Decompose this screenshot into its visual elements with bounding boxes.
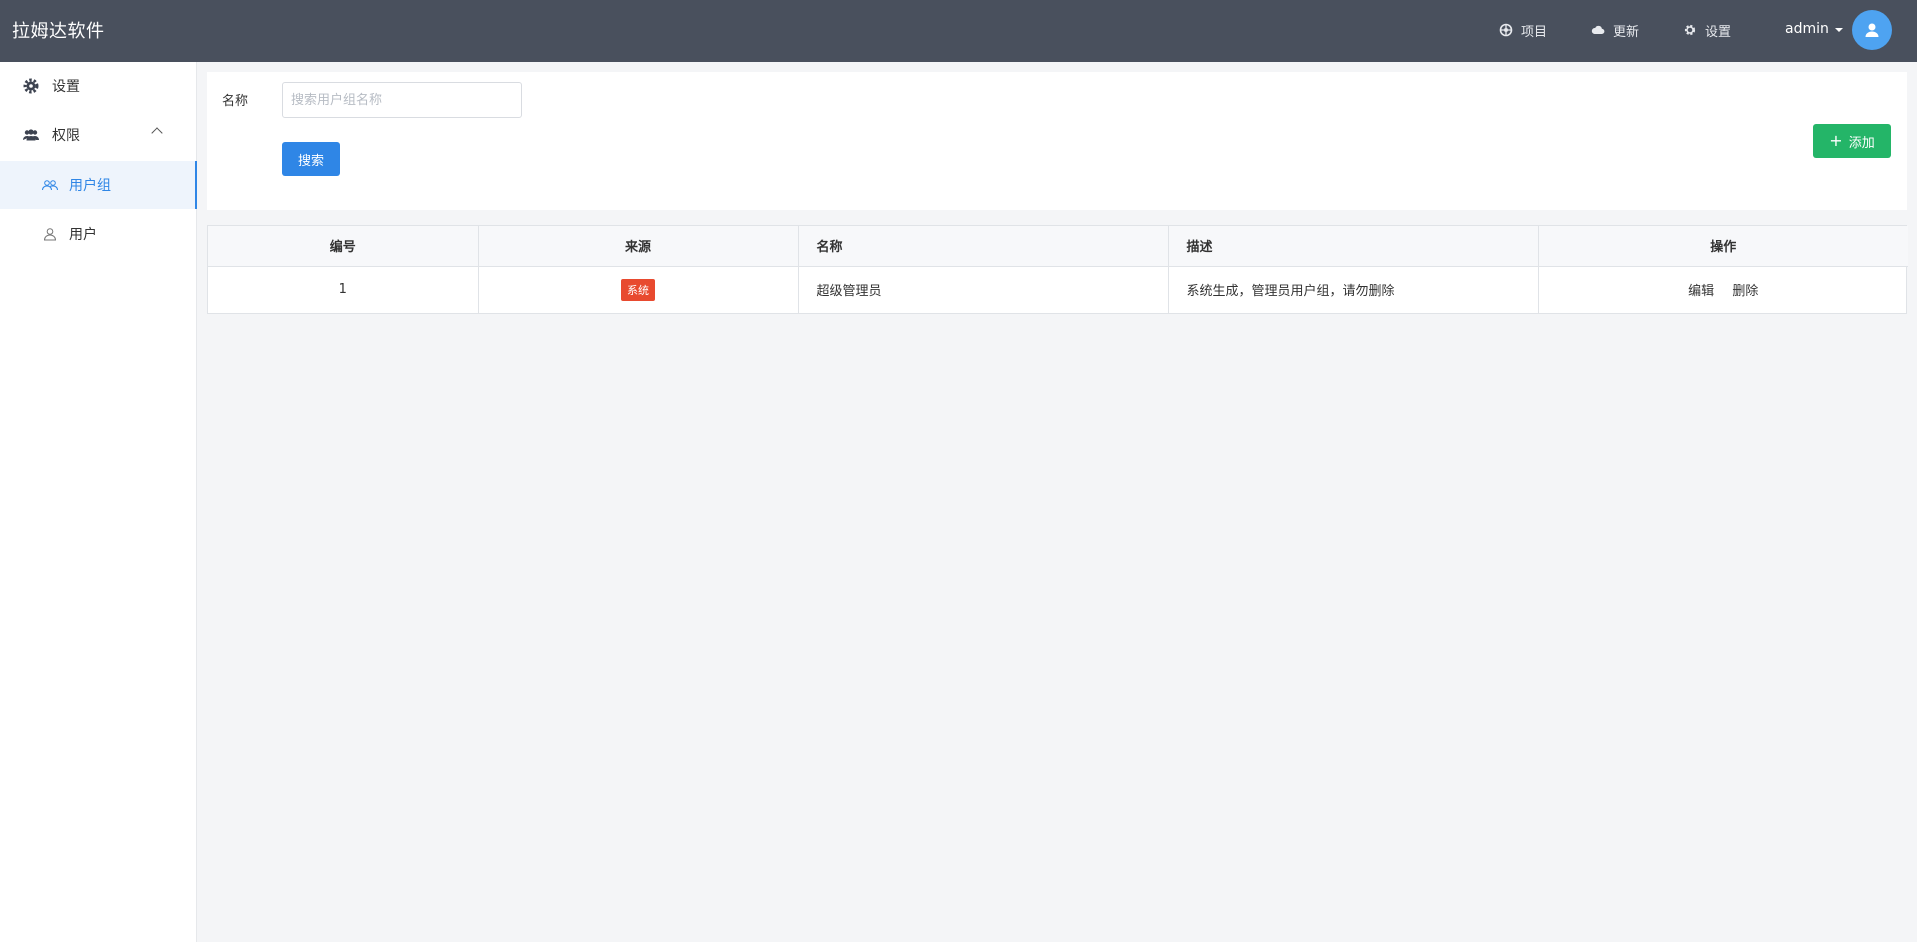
app-title: 拉姆达软件 [12,21,105,42]
username: admin [1785,21,1829,37]
sidebar-item-permissions[interactable]: 权限 [0,111,197,159]
nav-projects-label: 项目 [1521,24,1548,40]
project-icon [1499,23,1513,37]
source-badge: 系统 [621,278,655,301]
add-button-label: 添加 [1848,135,1875,151]
nav-projects[interactable]: 项目 [1499,20,1547,40]
nav-update-label: 更新 [1613,24,1640,40]
user-menu[interactable]: admin [1785,21,1843,37]
cell-actions: 编辑 删除 [1538,266,1908,313]
cloud-icon [1591,23,1605,37]
gear-icon [1683,23,1697,37]
user-group-icon [41,176,59,194]
gear-icon [22,77,40,95]
user-group-table: 编号 来源 名称 描述 操作 1 系统 超级管理员 系统生成，管理员用户组，请勿… [207,225,1908,314]
caret-down-icon [1834,28,1843,32]
edit-link[interactable]: 编辑 [1688,284,1714,299]
search-panel: 名称 搜索 + 添加 [207,72,1907,210]
users-icon [22,126,40,144]
nav-update[interactable]: 更新 [1591,20,1639,40]
nav-settings[interactable]: 设置 [1683,20,1731,40]
cell-name: 超级管理员 [798,266,1169,313]
sidebar-item-users[interactable]: 用户 [0,210,197,258]
sidebar-item-label: 用户组 [69,178,111,194]
column-header-name: 名称 [798,226,1169,266]
column-header-actions: 操作 [1710,240,1737,256]
nav-settings-label: 设置 [1705,24,1732,40]
search-button[interactable]: 搜索 [282,142,340,176]
sidebar-item-label: 权限 [52,128,80,144]
add-button[interactable]: + 添加 [1813,124,1891,158]
cell-source: 系统 [478,266,799,313]
avatar[interactable] [1852,10,1892,50]
search-input[interactable] [282,82,522,118]
sidebar-item-label: 用户 [69,227,97,243]
top-bar: 拉姆达软件 项目 更新 设置 admin [0,0,1917,62]
cell-id: 1 [208,266,479,313]
delete-link[interactable]: 删除 [1732,284,1758,299]
sidebar: 设置 权限 用户组 用户 [0,62,197,942]
table-row: 1 系统 超级管理员 系统生成，管理员用户组，请勿删除 编辑 删除 [208,266,1908,313]
cell-description: 系统生成，管理员用户组，请勿删除 [1168,266,1539,313]
column-header-description: 描述 [1168,226,1539,266]
sidebar-item-settings[interactable]: 设置 [0,62,197,110]
user-avatar-icon [1865,23,1879,37]
chevron-up-icon [151,127,163,139]
sidebar-item-user-group[interactable]: 用户组 [0,161,197,209]
name-label: 名称 [222,94,249,109]
plus-icon: + [1829,131,1843,150]
column-header-source: 来源 [478,226,799,266]
user-icon [41,225,59,243]
table-header-row: 编号 来源 名称 描述 操作 [208,226,1908,266]
sidebar-item-label: 设置 [52,79,80,95]
column-header-id: 编号 [208,226,479,266]
